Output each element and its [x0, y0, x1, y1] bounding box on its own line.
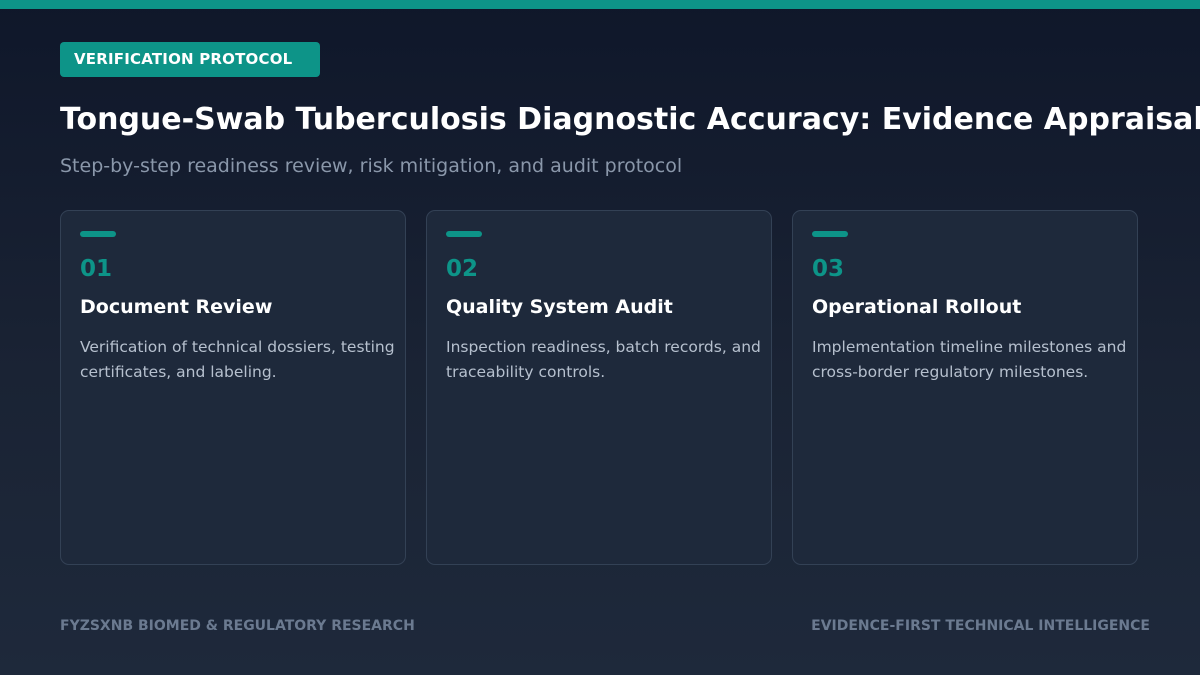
step-title: Operational Rollout: [812, 296, 1022, 318]
step-card-document-review: 01 Document Review Verification of techn…: [60, 210, 406, 565]
card-accent-line: [80, 231, 116, 237]
top-accent-bar: [0, 0, 1200, 9]
footer-organization: FYZSXNB BIOMED & REGULATORY RESEARCH: [60, 618, 415, 634]
step-number: 03: [812, 256, 845, 282]
step-title: Quality System Audit: [446, 296, 673, 318]
page-subtitle: Step-by-step readiness review, risk miti…: [60, 155, 683, 177]
step-card-operational-rollout: 03 Operational Rollout Implementation ti…: [792, 210, 1138, 565]
step-title: Document Review: [80, 296, 273, 318]
step-number: 01: [80, 256, 113, 282]
page-title: Tongue-Swab Tuberculosis Diagnostic Accu…: [60, 102, 1200, 137]
step-number: 02: [446, 256, 479, 282]
step-card-quality-system-audit: 02 Quality System Audit Inspection readi…: [426, 210, 772, 565]
step-description: Verification of technical dossiers, test…: [80, 338, 395, 381]
section-badge: VERIFICATION PROTOCOL: [60, 42, 320, 77]
step-description: Inspection readiness, batch records, and…: [446, 338, 761, 381]
card-accent-line: [812, 231, 848, 237]
card-accent-line: [446, 231, 482, 237]
step-description: Implementation timeline milestones and c…: [812, 338, 1127, 381]
footer-tagline: EVIDENCE-FIRST TECHNICAL INTELLIGENCE: [811, 618, 1150, 634]
